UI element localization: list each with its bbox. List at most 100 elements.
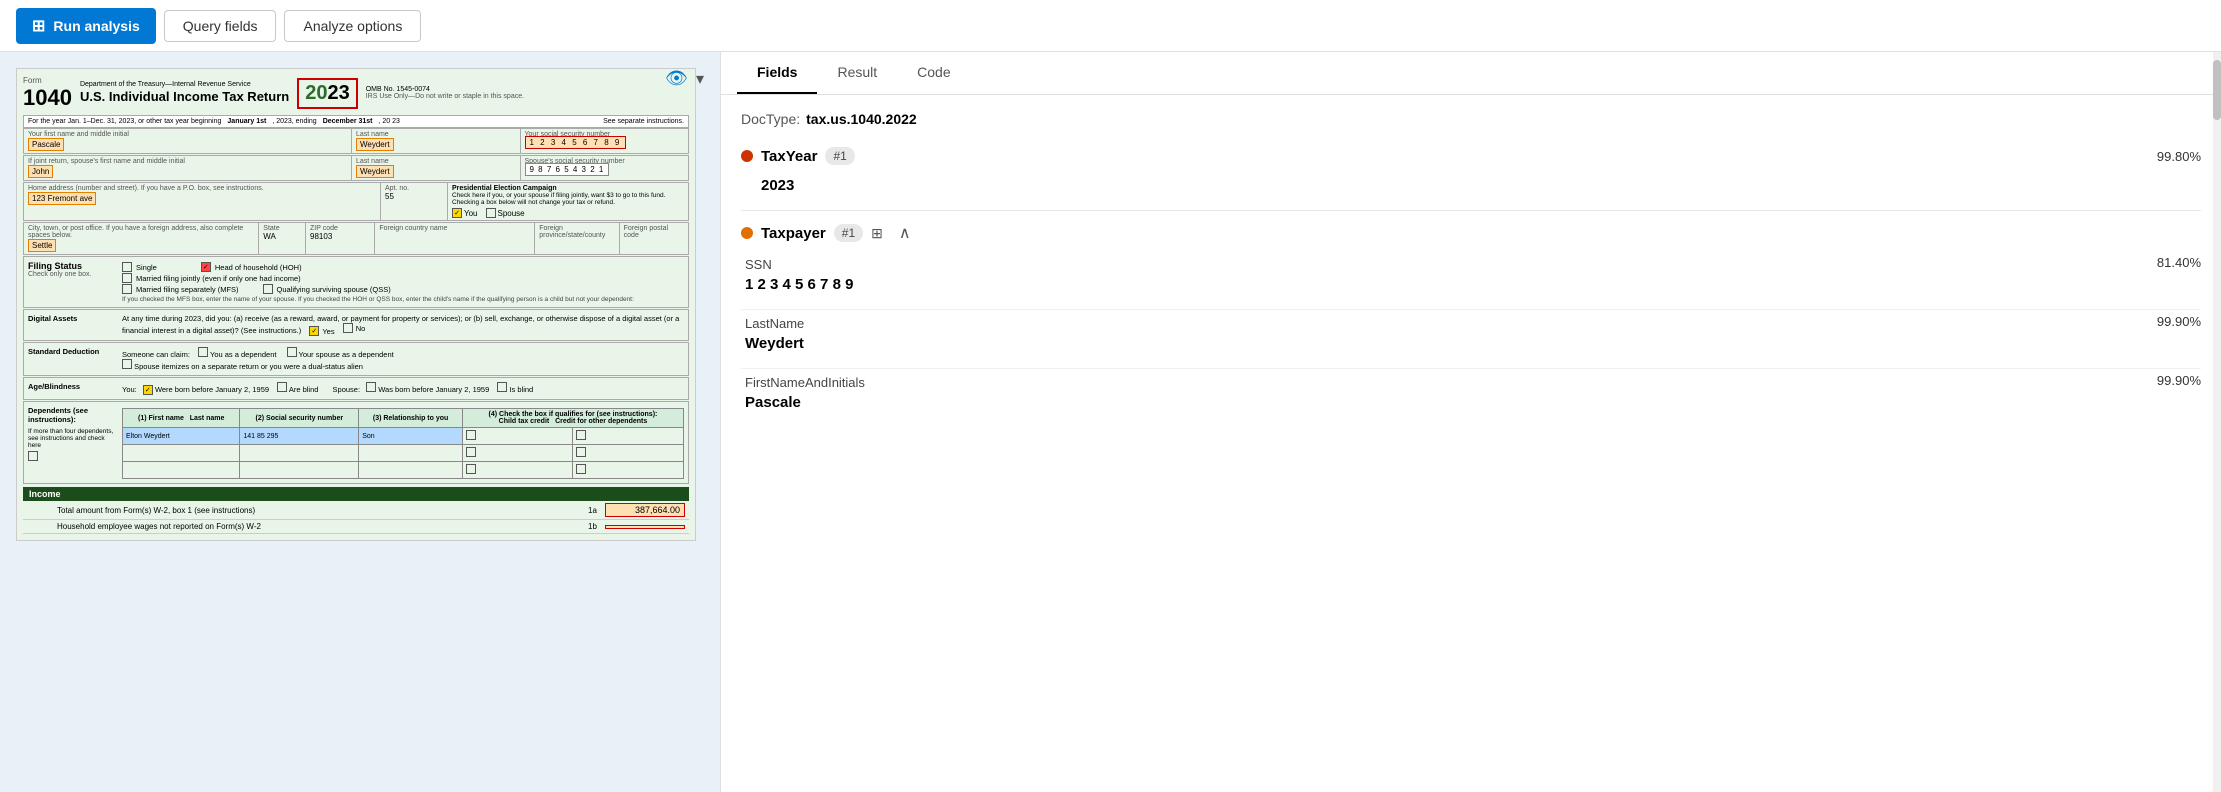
digital-no-checkbox[interactable] <box>343 323 353 333</box>
lastname-field-value: Weydert <box>745 335 2157 352</box>
form-prefix-label: Form <box>23 76 42 85</box>
mfj-checkbox[interactable] <box>122 273 132 283</box>
firstname-field-value: Pascale <box>745 394 2157 411</box>
omb-number: OMB No. 1545-0074 <box>366 86 524 93</box>
analysis-icon: ⊞ <box>32 16 45 36</box>
age-you-checkbox[interactable]: ✓ <box>143 385 153 395</box>
address-value: 123 Fremont ave <box>28 192 96 205</box>
standard-deduction-section: Standard Deduction Someone can claim: Yo… <box>23 342 689 376</box>
zip-cell: ZIP code 98103 <box>306 223 375 254</box>
dep-ctc-3 <box>462 462 573 479</box>
fields-content: DocType: tax.us.1040.2022 TaxYear #1 99.… <box>721 95 2221 792</box>
blind-you-checkbox[interactable] <box>277 382 287 392</box>
first-name-label: Your first name and middle initial <box>28 131 347 138</box>
std-itemize-checkbox[interactable] <box>122 359 132 369</box>
dep-cod-3 <box>573 462 684 479</box>
spouse-row: If joint return, spouse's first name and… <box>23 155 689 181</box>
taxyear-header: TaxYear #1 99.80% <box>741 147 2201 165</box>
qss-checkbox[interactable] <box>263 284 273 294</box>
dep-rel-2 <box>359 445 463 462</box>
form-dept: Department of the Treasury—Internal Reve… <box>80 80 289 106</box>
tab-fields-label: Fields <box>757 64 797 80</box>
scrollbar-thumb[interactable] <box>2213 60 2221 120</box>
firstname-field-row: FirstNameAndInitials Pascale 99.90% <box>741 373 2201 411</box>
dep-row-2 <box>123 445 684 462</box>
visibility-icon[interactable]: 👁 <box>665 68 688 89</box>
single-checkbox[interactable] <box>122 262 132 272</box>
query-fields-label: Query fields <box>183 18 258 34</box>
first-name-value: Pascale <box>28 138 64 151</box>
hoh-checkbox[interactable]: ✓ <box>201 262 211 272</box>
analyze-options-button[interactable]: Analyze options <box>284 10 421 42</box>
spouse-name-value: John <box>28 165 53 178</box>
filing-status-section: Filing Status Check only one box. Single… <box>23 256 689 308</box>
dep-rel-3 <box>359 462 463 479</box>
std-you-checkbox[interactable] <box>198 347 208 357</box>
spouse-name-label: If joint return, spouse's first name and… <box>28 158 347 165</box>
hoh-label: Head of household (HOH) <box>215 263 302 272</box>
age-spouse-checkbox[interactable] <box>366 382 376 392</box>
pec-you-checkbox[interactable]: ✓ <box>452 208 462 218</box>
mfs-checkbox[interactable] <box>122 284 132 294</box>
run-analysis-button[interactable]: ⊞ Run analysis <box>16 8 156 44</box>
firstname-field-name: FirstNameAndInitials <box>745 373 2157 390</box>
mfs-option: Married filing separately (MFS) Qualifyi… <box>122 284 684 294</box>
dep-col-qualify: (4) Check the box if qualifies for (see … <box>462 409 683 428</box>
pec-text: Check here if you, or your spouse if fil… <box>452 192 684 206</box>
taxyear-title: TaxYear <box>761 148 817 165</box>
lastname-field-name: LastName <box>745 314 2157 331</box>
std-spouse-checkbox[interactable] <box>287 347 297 357</box>
tab-result[interactable]: Result <box>817 52 897 94</box>
spouse-last-value: Weydert <box>356 165 394 178</box>
form-title: U.S. Individual Income Tax Return <box>80 89 289 106</box>
income-1a-amount: 387,664.00 <box>605 503 685 517</box>
tab-fields[interactable]: Fields <box>737 52 817 94</box>
year-box: 2023 <box>297 78 358 109</box>
std-itemize-label: Spouse itemizes on a separate return or … <box>134 362 363 371</box>
dep-name-3 <box>123 462 240 479</box>
dependents-section: Dependents (see instructions): If more t… <box>23 401 689 484</box>
taxpayer-table-icon[interactable]: ⊞ <box>871 225 883 242</box>
tab-code[interactable]: Code <box>897 52 970 94</box>
divider-1 <box>741 210 2201 211</box>
income-1b-desc: Household employee wages not reported on… <box>57 522 580 531</box>
more-deps-checkbox[interactable] <box>28 451 38 461</box>
filing-status-subtitle: Check only one box. <box>28 271 118 278</box>
foreign-province-label: Foreign province/state/county <box>539 225 614 239</box>
taxpayer-badge: #1 <box>834 224 863 242</box>
pec-you-label: You <box>464 209 478 218</box>
income-row-1a: Total amount from Form(s) W-2, box 1 (se… <box>23 501 689 520</box>
digital-yes-label: Yes <box>322 327 334 336</box>
taxyear-value-container: 2023 <box>741 177 2201 194</box>
tab-result-label: Result <box>837 64 877 80</box>
pec-spouse-checkbox[interactable] <box>486 208 496 218</box>
chevron-down-icon[interactable]: ▾ <box>696 69 704 89</box>
taxpayer-toggle[interactable]: ∧ <box>899 223 911 243</box>
std-deduction-header: Standard Deduction <box>28 347 118 371</box>
pec-checkboxes: ✓ You Spouse <box>452 208 684 218</box>
lastname-field-confidence: 99.90% <box>2157 314 2201 329</box>
state-label: State <box>263 225 301 232</box>
year-plain: 23 <box>327 82 349 104</box>
blind-spouse-checkbox[interactable] <box>497 382 507 392</box>
mfj-label: Married filing jointly (even if only one… <box>136 274 301 283</box>
apt-cell: Apt. no. 55 <box>381 183 448 220</box>
divider-2 <box>741 309 2201 310</box>
tax-year-ending: December 31st <box>323 118 373 125</box>
ssn-field-row: SSN 1 2 3 4 5 6 7 8 9 81.40% <box>741 255 2201 293</box>
digital-yes-checkbox[interactable]: ✓ <box>309 326 319 336</box>
query-fields-button[interactable]: Query fields <box>164 10 277 42</box>
taxyear-value: 2023 <box>761 177 2201 194</box>
pec-label: Presidential Election Campaign <box>452 185 684 192</box>
std-deduction-content: Someone can claim: You as a dependent Yo… <box>122 347 684 371</box>
tax-year-range-label: For the year Jan. 1–Dec. 31, 2023, or ot… <box>28 118 221 125</box>
spouse-last-label: Last name <box>356 158 516 165</box>
single-label: Single <box>136 263 157 272</box>
dep-ctc-1 <box>462 428 573 445</box>
lastname-field-col: LastName Weydert <box>745 314 2157 352</box>
digital-yes: ✓ Yes <box>309 326 334 336</box>
dep-row-3 <box>123 462 684 479</box>
dep-row-1: Elton Weydert 141 85 295 Son <box>123 428 684 445</box>
scrollbar-track[interactable] <box>2213 52 2221 792</box>
spouse-label-age: Spouse: <box>333 385 361 394</box>
